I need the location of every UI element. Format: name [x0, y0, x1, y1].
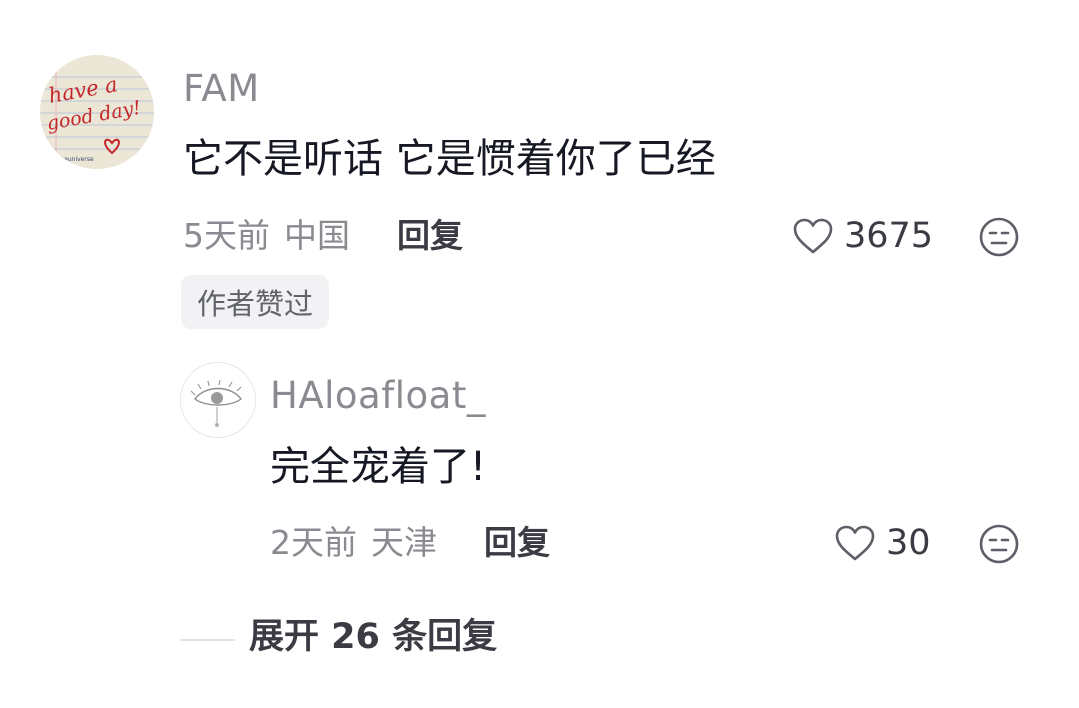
reply-dislike-button[interactable] [978, 523, 1020, 569]
avatar-haloafloat[interactable] [180, 362, 256, 438]
reply-meta: 2天前 天津 [270, 526, 437, 559]
avatar-fam[interactable]: have a good day! theuniverse [40, 55, 154, 169]
heart-outline-icon [793, 218, 833, 254]
reply-reply-button[interactable]: 回复 [484, 526, 550, 559]
unamused-face-icon [979, 217, 1019, 257]
reply-like-count: 30 [886, 522, 931, 563]
unamused-face-icon [979, 524, 1019, 564]
comment-text: 它不是听话 它是惯着你了已经 [183, 136, 716, 182]
avatar-image: have a good day! theuniverse [40, 55, 154, 169]
reply-like-button[interactable]: 30 [834, 523, 931, 563]
reply-username[interactable]: HAloafloat_ [270, 377, 486, 414]
comment-meta: 5天前 中国 [183, 219, 350, 252]
reply-text: 完全宠着了! [270, 444, 487, 490]
expand-divider [180, 639, 235, 641]
reply-button[interactable]: 回复 [397, 219, 463, 252]
like-count: 3675 [844, 215, 934, 256]
heart-outline-icon [835, 525, 875, 561]
comment-time: 5天前 [183, 216, 270, 255]
like-button[interactable]: 3675 [792, 216, 933, 256]
comment-username[interactable]: FAM [183, 70, 260, 107]
avatar-image [181, 363, 255, 437]
avatar-tiny-text: theuniverse [58, 156, 94, 163]
author-liked-badge: 作者赞过 [181, 275, 330, 329]
comment-location: 中国 [284, 216, 350, 255]
reply-location: 天津 [371, 523, 437, 562]
expand-replies-button[interactable]: 展开 26 条回复 [249, 620, 497, 655]
reply-time: 2天前 [270, 523, 357, 562]
dislike-button[interactable] [978, 216, 1020, 262]
